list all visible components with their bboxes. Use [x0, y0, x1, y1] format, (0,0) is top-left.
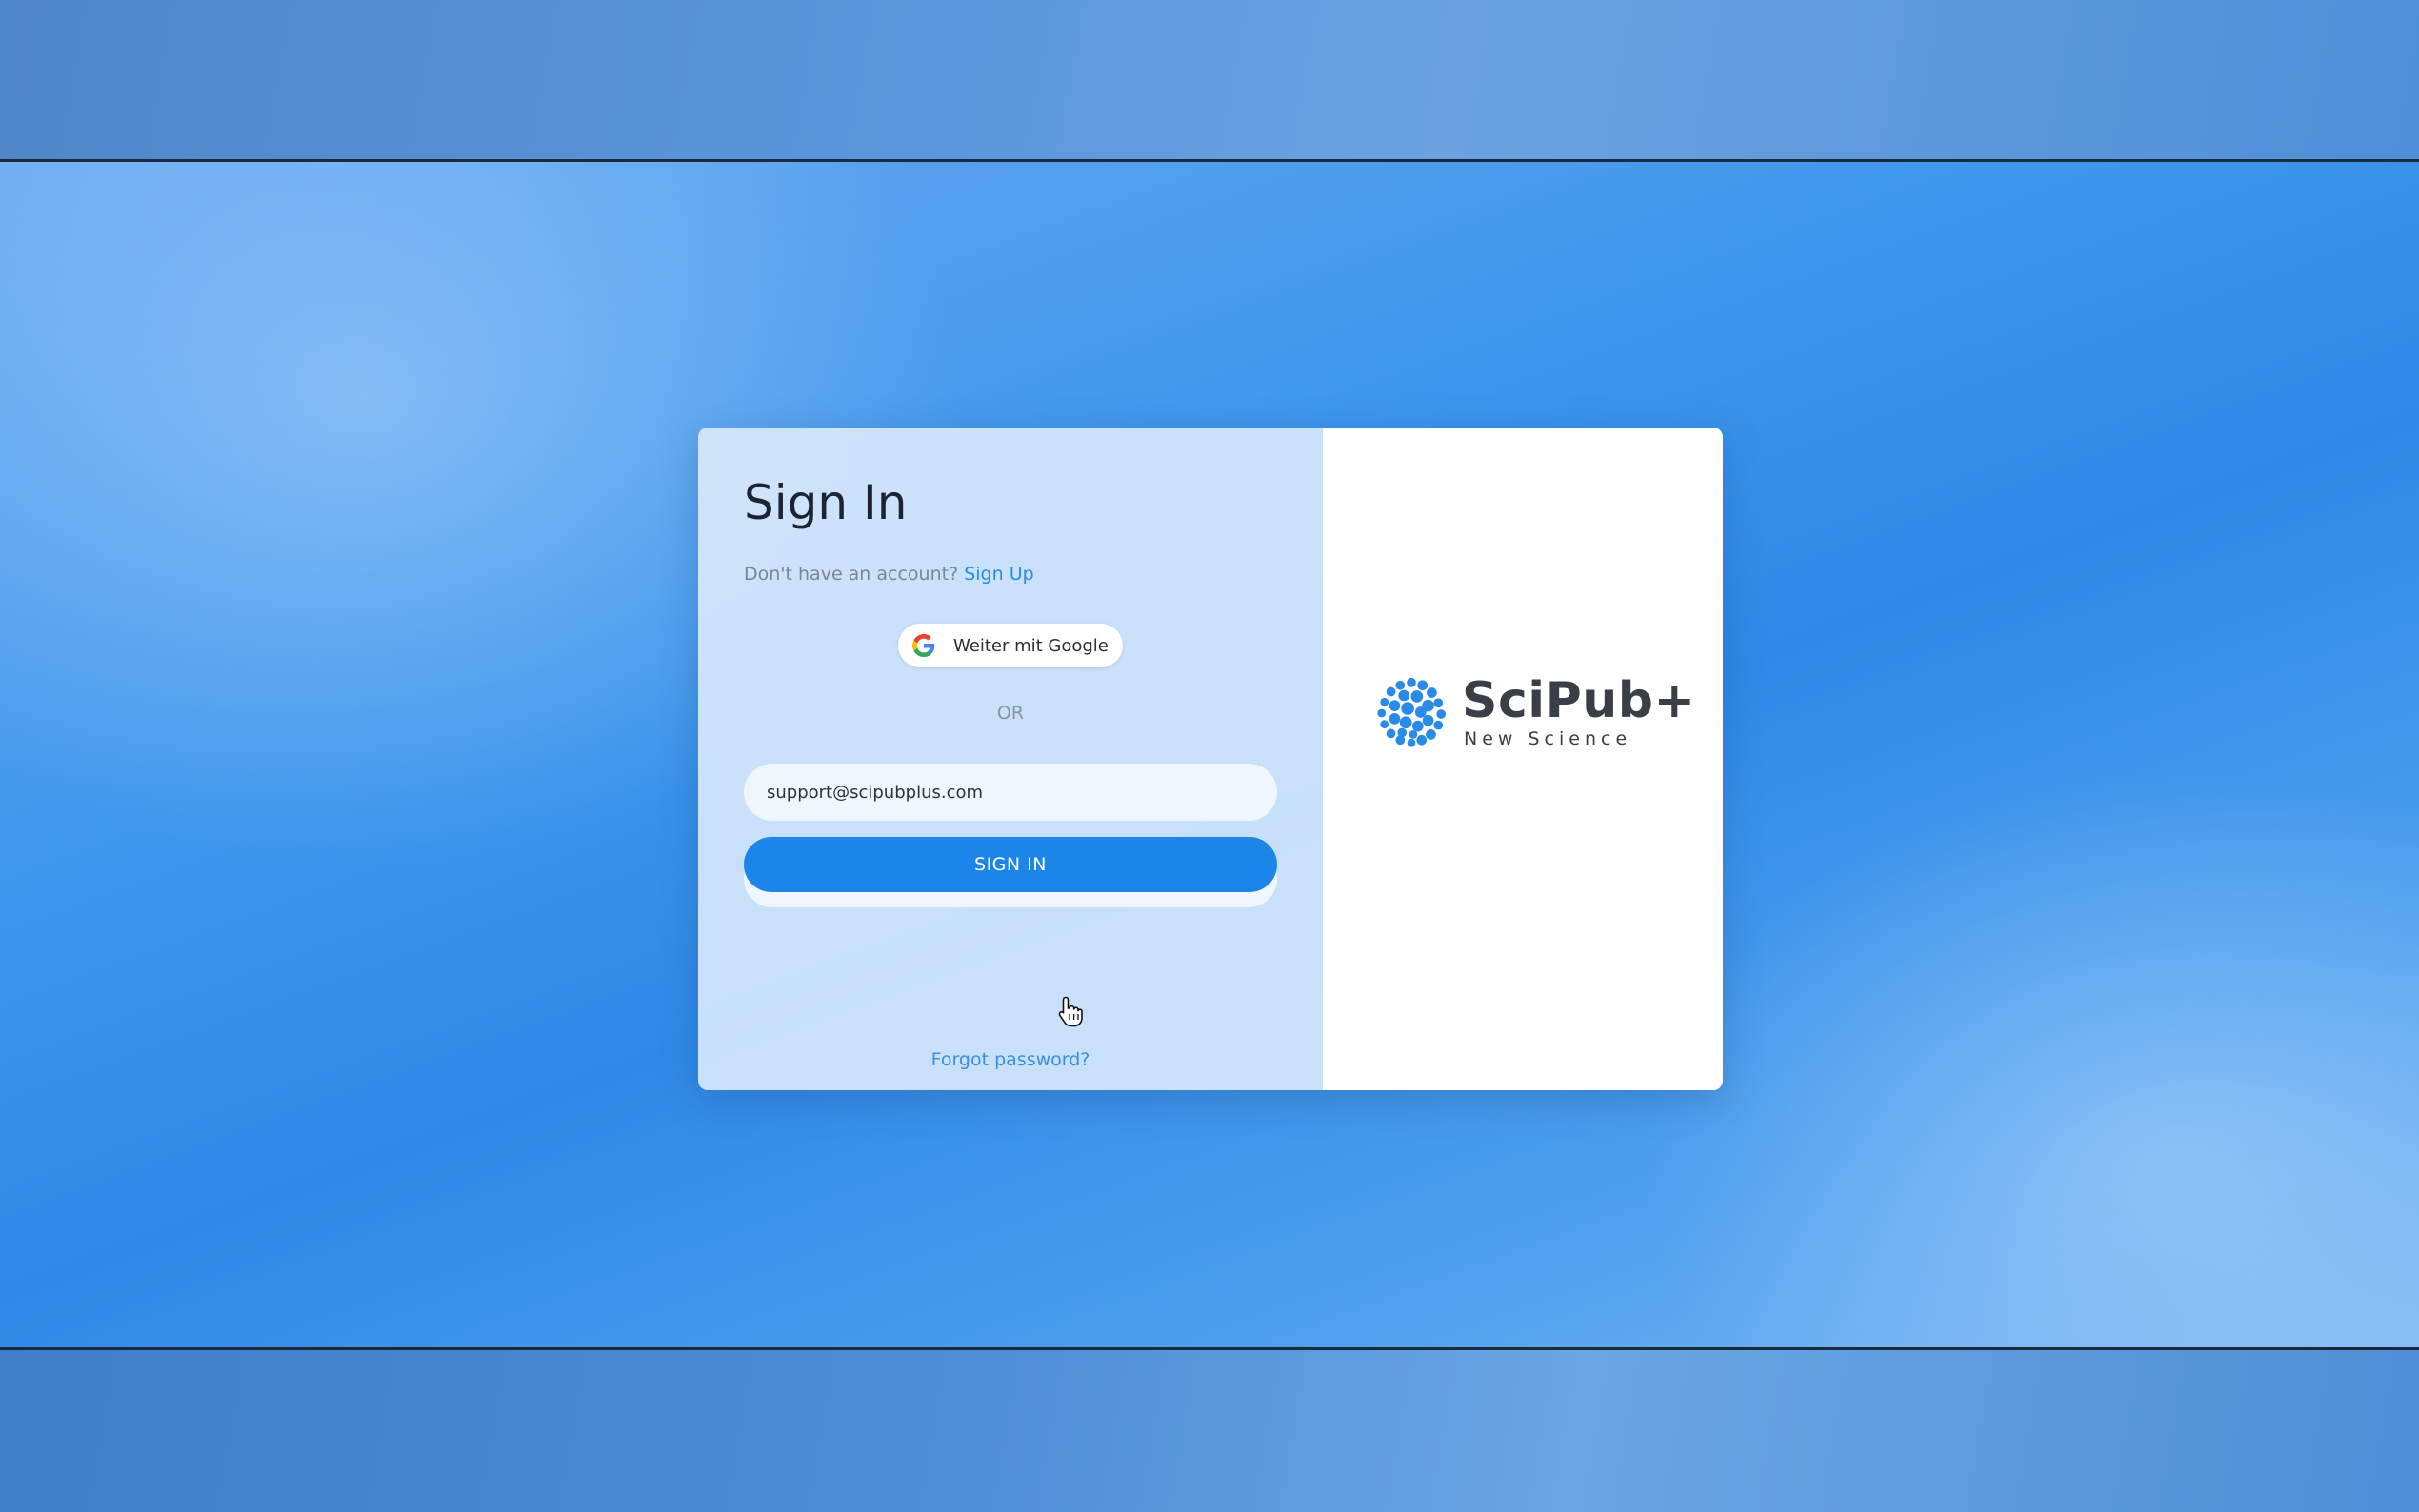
screen-frame: Sign In Don't have an account? Sign Up W…: [0, 0, 2419, 1512]
signup-prompt: Don't have an account? Sign Up: [744, 564, 1034, 585]
sign-in-button-label: SIGN IN: [974, 854, 1047, 875]
page-title: Sign In: [744, 475, 908, 530]
brand-tagline: New Science: [1464, 728, 1632, 749]
no-account-text: Don't have an account?: [744, 564, 959, 585]
google-button-label: Weiter mit Google: [953, 635, 1109, 656]
hand-pointer-icon: [1058, 995, 1083, 1027]
letterbox-top: [0, 0, 2419, 162]
logo-text: SciPub+ New Science: [1462, 675, 1696, 749]
page-background: Sign In Don't have an account? Sign Up W…: [0, 162, 2419, 1347]
scipub-logo-icon: [1375, 676, 1448, 748]
google-g-icon: [911, 633, 936, 658]
brand-panel: SciPub+ New Science: [1323, 428, 1723, 1090]
sign-in-button[interactable]: SIGN IN: [744, 837, 1277, 892]
sign-up-link[interactable]: Sign Up: [964, 564, 1033, 585]
email-value: support@scipubplus.com: [767, 782, 984, 803]
sign-in-card: Sign In Don't have an account? Sign Up W…: [698, 428, 1723, 1090]
letterbox-bottom: [0, 1347, 2419, 1512]
or-divider: OR: [996, 703, 1025, 724]
forgot-password-link[interactable]: Forgot password?: [698, 1049, 1323, 1070]
google-sign-in-button[interactable]: Weiter mit Google: [898, 624, 1123, 667]
brand-name: SciPub+: [1462, 672, 1696, 729]
scipub-logo: SciPub+ New Science: [1374, 675, 1696, 749]
email-field[interactable]: support@scipubplus.com: [744, 764, 1277, 821]
sign-in-form-panel: Sign In Don't have an account? Sign Up W…: [698, 428, 1323, 1090]
